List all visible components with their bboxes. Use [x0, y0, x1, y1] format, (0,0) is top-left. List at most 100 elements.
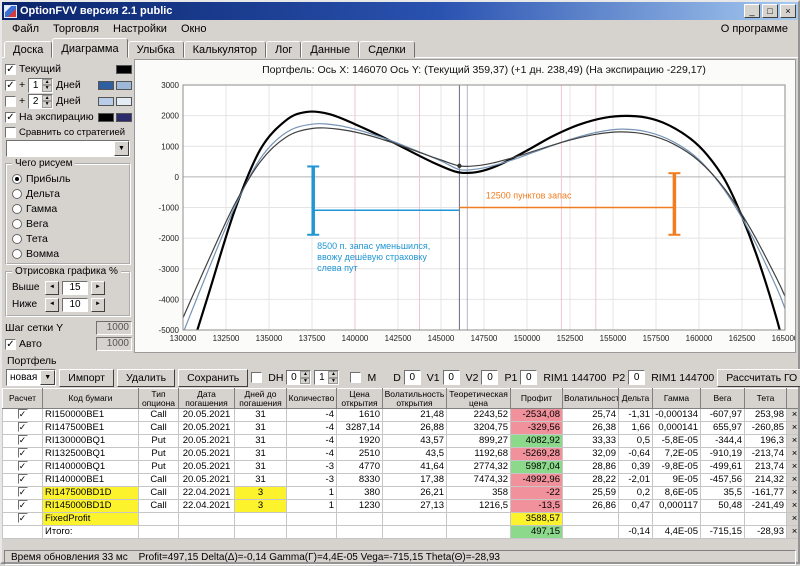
tab-item[interactable]: Лог — [266, 41, 301, 58]
column-header[interactable]: Волатильность — [563, 389, 619, 409]
import-button[interactable]: Импорт — [59, 369, 114, 387]
column-header[interactable]: Теоретическая цена — [447, 389, 511, 409]
column-header[interactable]: Гамма — [653, 389, 701, 409]
draw-option[interactable]: Прибыль — [12, 171, 126, 186]
row-checkbox[interactable]: ✓ — [18, 513, 28, 523]
menu-about[interactable]: О программе — [714, 21, 795, 37]
row-checkbox[interactable]: ✓ — [18, 422, 28, 432]
row-checkbox[interactable]: ✓ — [18, 474, 28, 484]
draw-option[interactable]: Вомма — [12, 246, 126, 261]
row-check-cell[interactable]: ✓ — [3, 435, 43, 448]
dh-stepper-2[interactable]: 1 ▲▼ — [314, 370, 339, 385]
below-decrease-button[interactable]: ◄ — [45, 298, 59, 312]
v1-input[interactable] — [443, 370, 460, 385]
column-header[interactable]: Дней до погашения — [235, 389, 287, 409]
row-close-button[interactable]: × — [787, 474, 799, 487]
spin-down-icon[interactable]: ▼ — [300, 378, 310, 385]
column-header[interactable]: Волатильность открытия — [383, 389, 447, 409]
column-header[interactable]: Цена открытия — [337, 389, 383, 409]
d-input[interactable] — [404, 370, 421, 385]
tab-item[interactable]: Улыбка — [128, 41, 184, 58]
plus2-color-swatch-2[interactable] — [116, 97, 132, 106]
menu-item[interactable]: Торговля — [46, 21, 106, 37]
row-close-button[interactable]: × — [787, 513, 799, 526]
menu-item[interactable]: Окно — [174, 21, 214, 37]
plus1-checkbox[interactable]: ✓ — [5, 80, 16, 91]
draw-option[interactable]: Дельта — [12, 186, 126, 201]
column-header[interactable]: Тип опциона — [139, 389, 179, 409]
expiration-color-swatch[interactable] — [98, 113, 114, 122]
row-checkbox[interactable]: ✓ — [18, 461, 28, 471]
spin-down-icon[interactable]: ▼ — [42, 101, 52, 108]
row-check-cell[interactable]: ✓ — [3, 422, 43, 435]
row-check-cell[interactable]: ✓ — [3, 409, 43, 422]
strategy-select[interactable]: ▼ — [6, 140, 130, 157]
row-close-button[interactable]: × — [787, 409, 799, 422]
dh-stepper-1[interactable]: 0 ▲▼ — [286, 370, 311, 385]
column-header[interactable]: Профит — [511, 389, 563, 409]
dropdown-arrow-icon[interactable]: ▼ — [114, 141, 129, 156]
row-checkbox[interactable]: ✓ — [18, 409, 28, 419]
tab-item[interactable]: Калькулятор — [184, 41, 266, 58]
column-header[interactable]: Вега — [701, 389, 745, 409]
row-close-button[interactable]: × — [787, 526, 799, 539]
row-checkbox[interactable]: ✓ — [18, 448, 28, 458]
row-checkbox[interactable]: ✓ — [18, 500, 28, 510]
spin-down-icon[interactable]: ▼ — [328, 378, 338, 385]
tab-active[interactable]: Диаграмма — [52, 38, 127, 58]
tab-item[interactable]: Сделки — [359, 41, 415, 58]
p1-input[interactable] — [520, 370, 537, 385]
plus2-days-stepper[interactable]: 2 ▲▼ — [28, 94, 53, 109]
row-check-cell[interactable]: ✓ — [3, 474, 43, 487]
current-checkbox[interactable]: ✓ — [5, 64, 16, 75]
row-check-cell[interactable]: ✓ — [3, 487, 43, 500]
row-close-button[interactable]: × — [787, 461, 799, 474]
auto-grid-checkbox[interactable]: ✓ — [5, 339, 16, 350]
expiration-checkbox[interactable]: ✓ — [5, 112, 16, 123]
menu-item[interactable]: Настройки — [106, 21, 174, 37]
row-close-button[interactable]: × — [787, 448, 799, 461]
tab-item[interactable]: Доска — [4, 41, 52, 58]
row-check-cell[interactable]: ✓ — [3, 461, 43, 474]
column-header[interactable]: Код бумаги — [43, 389, 139, 409]
row-close-button[interactable]: × — [787, 500, 799, 513]
dropdown-arrow-icon[interactable]: ▼ — [40, 370, 55, 385]
portfolio-name-select[interactable]: новая ▼ — [6, 369, 56, 386]
dh-checkbox[interactable]: ✓ — [251, 372, 262, 383]
column-header[interactable]: Количество — [287, 389, 337, 409]
row-close-button[interactable]: × — [787, 435, 799, 448]
plus1-days-stepper[interactable]: 1 ▲▼ — [28, 78, 53, 93]
row-checkbox[interactable]: ✓ — [18, 487, 28, 497]
draw-option[interactable]: Гамма — [12, 201, 126, 216]
row-close-button[interactable]: × — [787, 487, 799, 500]
grid-step-input[interactable]: 1000 — [96, 321, 132, 335]
column-header[interactable]: Тета — [745, 389, 787, 409]
p2-input[interactable] — [628, 370, 645, 385]
row-check-cell[interactable]: ✓ — [3, 500, 43, 513]
menu-item[interactable]: Файл — [5, 21, 46, 37]
row-check-cell[interactable]: ✓ — [3, 513, 43, 526]
above-increase-button[interactable]: ► — [91, 281, 105, 295]
below-increase-button[interactable]: ► — [91, 298, 105, 312]
plus1-color-swatch-2[interactable] — [116, 81, 132, 90]
above-decrease-button[interactable]: ◄ — [45, 281, 59, 295]
compare-strategy-checkbox[interactable]: ✓ — [5, 127, 16, 138]
save-button[interactable]: Сохранить — [178, 369, 248, 387]
v2-input[interactable] — [481, 370, 498, 385]
draw-option[interactable]: Вега — [12, 216, 126, 231]
column-header[interactable]: Дельта — [619, 389, 653, 409]
plus2-color-swatch[interactable] — [98, 97, 114, 106]
calculate-margin-button[interactable]: Рассчитать ГО — [717, 369, 800, 387]
auto-grid-input[interactable]: 1000 — [96, 337, 132, 351]
expiration-color-swatch-2[interactable] — [116, 113, 132, 122]
minimize-button[interactable]: _ — [744, 4, 760, 18]
spin-down-icon[interactable]: ▼ — [42, 85, 52, 92]
tab-item[interactable]: Данные — [301, 41, 359, 58]
column-header[interactable]: Расчет — [3, 389, 43, 409]
m-checkbox[interactable]: ✓ — [350, 372, 361, 383]
plus1-color-swatch[interactable] — [98, 81, 114, 90]
plus2-checkbox[interactable]: ✓ — [5, 96, 16, 107]
column-header[interactable]: Дата погашения — [179, 389, 235, 409]
row-checkbox[interactable]: ✓ — [18, 435, 28, 445]
below-value-input[interactable]: 10 — [62, 298, 88, 312]
